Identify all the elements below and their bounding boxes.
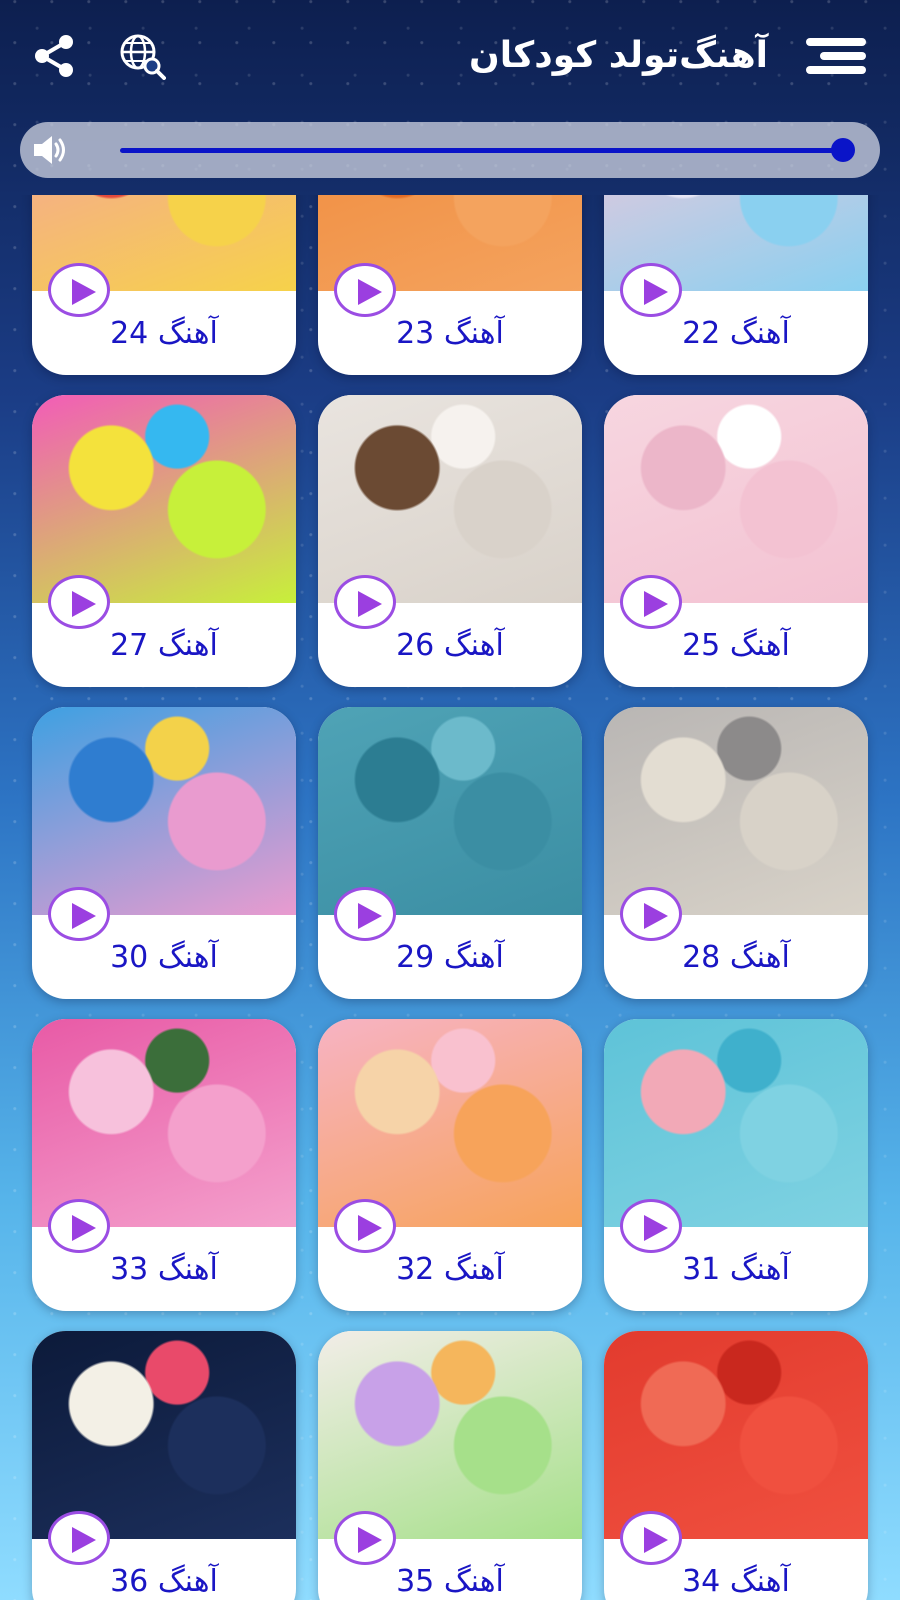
song-card[interactable]: آهنگ 25 xyxy=(604,395,868,687)
song-thumbnail xyxy=(604,1331,868,1539)
song-label: آهنگ 34 xyxy=(682,1564,790,1599)
song-thumbnail xyxy=(604,395,868,603)
song-label: آهنگ 24 xyxy=(110,316,218,351)
play-icon[interactable] xyxy=(334,887,396,941)
play-icon[interactable] xyxy=(48,887,110,941)
song-label: آهنگ 22 xyxy=(682,316,790,351)
play-icon[interactable] xyxy=(334,1511,396,1565)
play-icon[interactable] xyxy=(620,575,682,629)
song-label: آهنگ 27 xyxy=(110,628,218,663)
song-card[interactable]: آهنگ 30 xyxy=(32,707,296,999)
play-icon[interactable] xyxy=(48,263,110,317)
song-thumbnail xyxy=(318,1019,582,1227)
song-label: آهنگ 31 xyxy=(682,1252,790,1287)
song-grid: آهنگ 22 آهنگ 23 آهنگ 24 آهنگ 25 آهنگ 26 آهنگ … xyxy=(32,195,868,1600)
song-card[interactable]: آهنگ 33 xyxy=(32,1019,296,1311)
play-icon[interactable] xyxy=(620,263,682,317)
play-icon[interactable] xyxy=(620,1199,682,1253)
song-thumbnail xyxy=(32,1331,296,1539)
song-card[interactable]: آهنگ 35 xyxy=(318,1331,582,1600)
song-label: آهنگ 28 xyxy=(682,940,790,975)
play-icon[interactable] xyxy=(48,1511,110,1565)
song-thumbnail xyxy=(32,1019,296,1227)
song-label: آهنگ 33 xyxy=(110,1252,218,1287)
play-icon[interactable] xyxy=(48,575,110,629)
song-card[interactable]: آهنگ 31 xyxy=(604,1019,868,1311)
song-label: آهنگ 25 xyxy=(682,628,790,663)
audio-player-bar xyxy=(20,122,880,178)
play-icon[interactable] xyxy=(620,887,682,941)
song-card[interactable]: آهنگ 27 xyxy=(32,395,296,687)
song-label: آهنگ 29 xyxy=(396,940,504,975)
song-card[interactable]: آهنگ 36 xyxy=(32,1331,296,1600)
song-thumbnail xyxy=(318,395,582,603)
song-grid-viewport[interactable]: آهنگ 22 آهنگ 23 آهنگ 24 آهنگ 25 آهنگ 26 آهنگ … xyxy=(0,195,900,1600)
song-label: آهنگ 36 xyxy=(110,1564,218,1599)
song-thumbnail xyxy=(604,707,868,915)
song-card[interactable]: آهنگ 24 xyxy=(32,195,296,375)
menu-icon[interactable] xyxy=(806,38,866,74)
song-thumbnail xyxy=(32,707,296,915)
volume-slider-track[interactable] xyxy=(120,148,840,153)
song-label: آهنگ 30 xyxy=(110,940,218,975)
share-icon[interactable] xyxy=(30,32,78,80)
song-thumbnail xyxy=(318,1331,582,1539)
song-card[interactable]: آهنگ 23 xyxy=(318,195,582,375)
globe-search-icon[interactable] xyxy=(118,32,166,80)
song-card[interactable]: آهنگ 32 xyxy=(318,1019,582,1311)
play-icon[interactable] xyxy=(334,263,396,317)
song-card[interactable]: آهنگ 29 xyxy=(318,707,582,999)
song-card[interactable]: آهنگ 34 xyxy=(604,1331,868,1600)
song-label: آهنگ 23 xyxy=(396,316,504,351)
app-bar: آهنگ‌تولد کودکان xyxy=(0,0,900,112)
volume-icon[interactable] xyxy=(30,130,70,170)
song-label: آهنگ 35 xyxy=(396,1564,504,1599)
play-icon[interactable] xyxy=(48,1199,110,1253)
song-card[interactable]: آهنگ 26 xyxy=(318,395,582,687)
song-thumbnail xyxy=(318,707,582,915)
volume-slider-thumb[interactable] xyxy=(831,138,855,162)
song-label: آهنگ 26 xyxy=(396,628,504,663)
play-icon[interactable] xyxy=(334,575,396,629)
song-card[interactable]: آهنگ 22 xyxy=(604,195,868,375)
song-thumbnail xyxy=(604,1019,868,1227)
song-label: آهنگ 32 xyxy=(396,1252,504,1287)
page-title: آهنگ‌تولد کودکان xyxy=(469,35,768,76)
song-thumbnail xyxy=(32,395,296,603)
play-icon[interactable] xyxy=(334,1199,396,1253)
song-card[interactable]: آهنگ 28 xyxy=(604,707,868,999)
play-icon[interactable] xyxy=(620,1511,682,1565)
